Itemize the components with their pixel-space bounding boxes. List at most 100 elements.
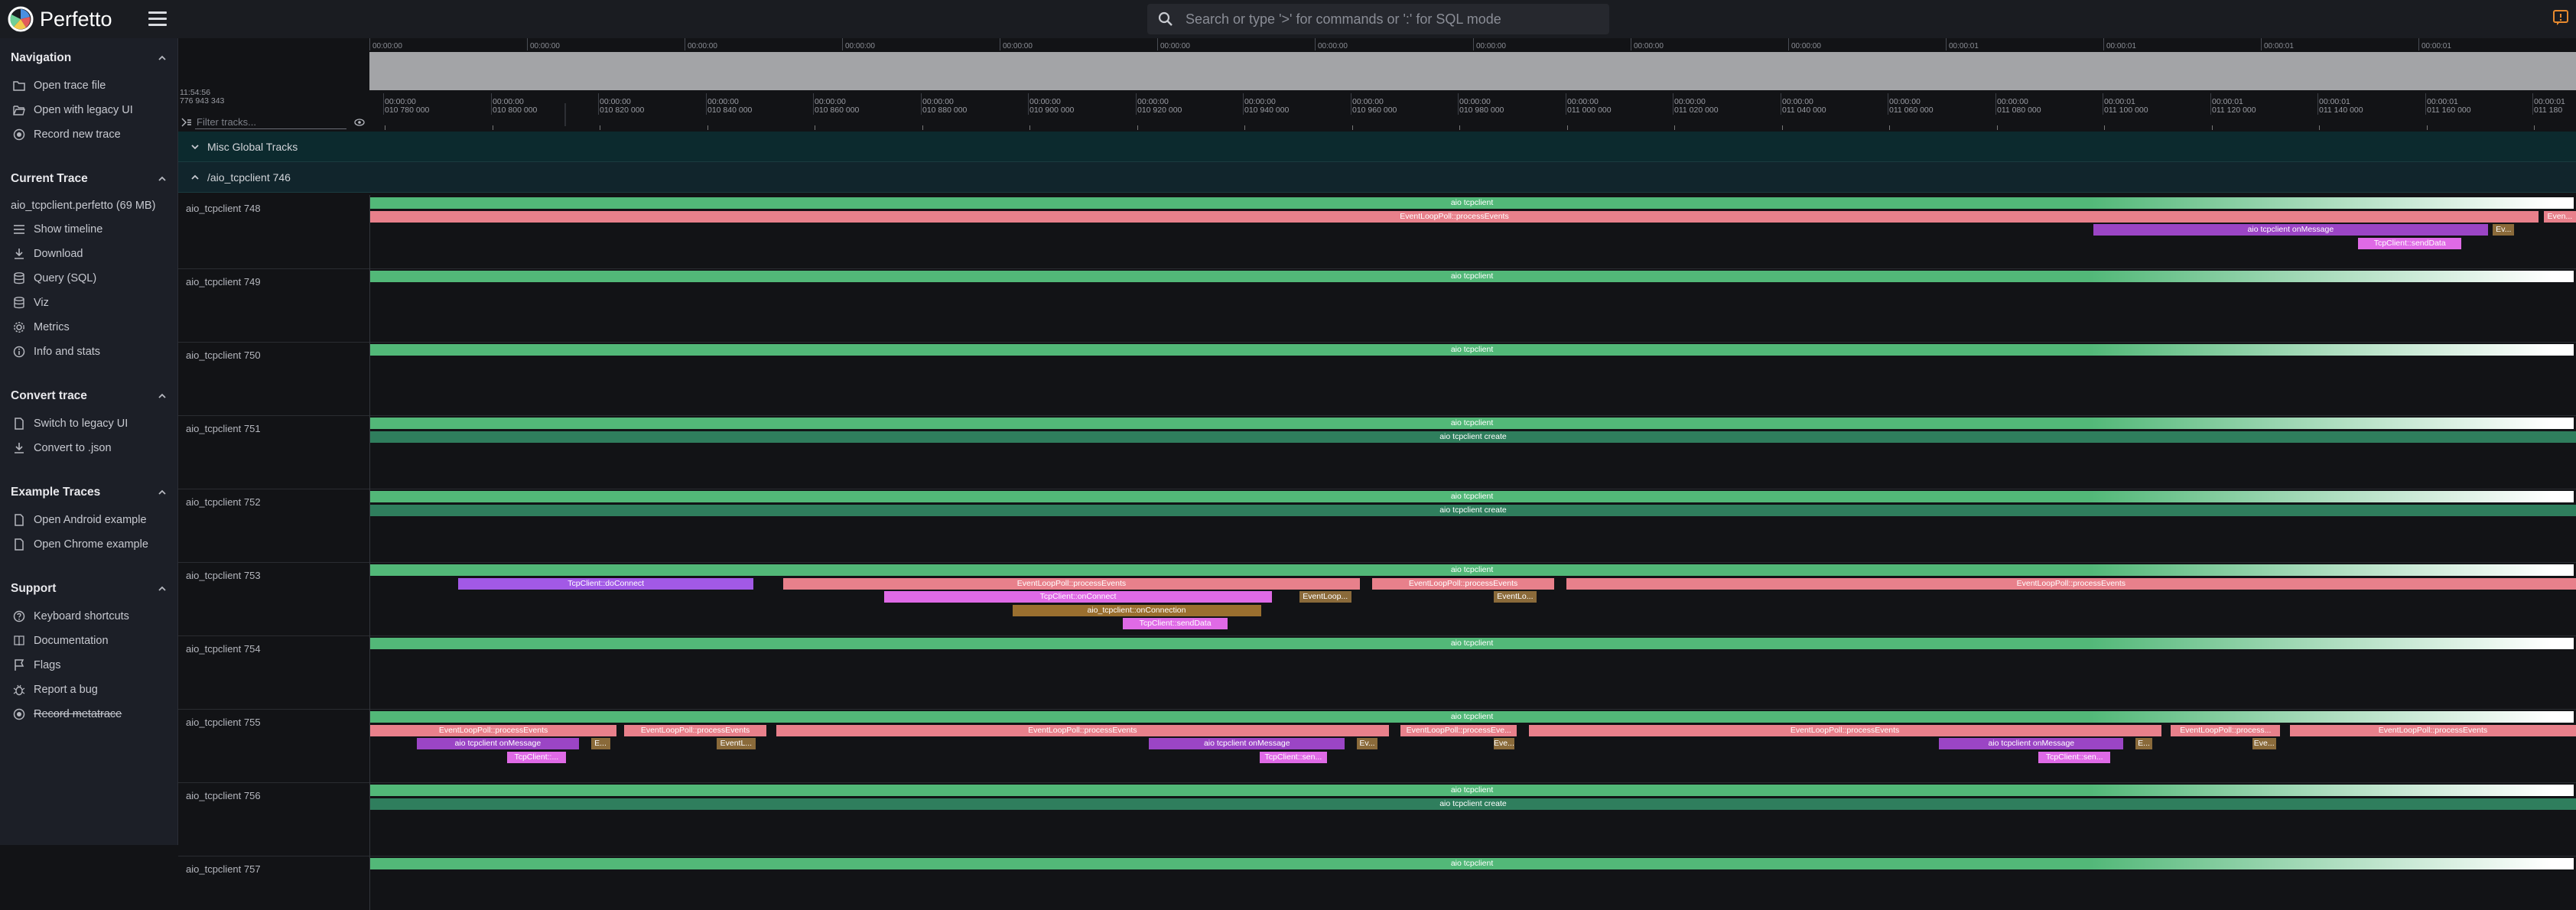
sidebar-item-open-chrome-example[interactable]: Open Chrome example [0,532,177,557]
trace-slice[interactable]: aio tcpclient [370,491,2574,502]
section-header[interactable]: Navigation [0,43,177,73]
trace-slice[interactable]: TcpClient::doConnect [458,577,753,590]
track-canvas[interactable]: aio tcpclient [369,635,2576,709]
sidebar-item-show-timeline[interactable]: Show timeline [0,217,177,242]
search-input[interactable] [1184,10,1585,28]
thread-track[interactable]: aio_tcpclient 752 aio tcpclient aio tcpcli… [178,489,2576,563]
trace-slice[interactable]: aio tcpclient onMessage [1149,738,1345,749]
trace-slice[interactable]: Even... [2543,210,2576,223]
sidebar-item-report-bug[interactable]: Report a bug [0,678,177,702]
trace-slice[interactable]: aio tcpclient [370,711,2574,723]
trace-slice[interactable]: EventLoopPoll::processEvents [1371,577,1555,590]
sidebar-item-query-sql[interactable]: Query (SQL) [0,266,177,291]
thread-track[interactable]: aio_tcpclient 756 aio tcpclient aio tcpcli… [178,782,2576,856]
trace-slice[interactable]: EventLoopPoll::processEvents [370,724,617,736]
track-group-misc[interactable]: Misc Global Tracks [178,132,2576,162]
thread-track[interactable]: aio_tcpclient 757 aio tcpclient [178,856,2576,910]
sidebar-item-keyboard-shortcuts[interactable]: Keyboard shortcuts [0,604,177,629]
track-group-process[interactable]: /aio_tcpclient 746 [178,162,2576,193]
trace-slice[interactable]: aio tcpclient [370,197,2574,209]
track-canvas[interactable]: aio tcpclient aio tcpclient create [369,782,2576,856]
track-canvas[interactable]: aio tcpclient [369,856,2576,910]
sidebar-item-download[interactable]: Download [0,242,177,266]
thread-track[interactable]: aio_tcpclient 751 aio tcpclient aio tcpcli… [178,415,2576,489]
thread-track[interactable]: aio_tcpclient 748 aio tcpclient EventLoopP… [178,195,2576,269]
sidebar-item-flags[interactable]: Flags [0,653,177,678]
sidebar-item-open-android-example[interactable]: Open Android example [0,508,177,532]
trace-slice[interactable]: aio tcpclient onMessage [1939,738,2124,749]
section-header[interactable]: Convert trace [0,381,177,411]
trace-slice[interactable]: EventLoopPoll::process... [2171,724,2281,736]
trace-slice[interactable]: aio tcpclient [370,785,2574,796]
track-canvas[interactable]: aio tcpclient [369,268,2576,342]
trace-slice[interactable]: EventLoopPoll::processEvents [1528,724,2161,736]
trace-slice[interactable]: TcpClient::sendData [2358,237,2461,249]
trace-slice[interactable]: EventLoopPoll::processEvents [623,724,767,736]
trace-slice[interactable]: EventLo... [1493,591,1537,603]
sidebar-item-switch-legacy[interactable]: Switch to legacy UI [0,411,177,436]
filter-tracks-input[interactable] [195,115,346,129]
sidebar-item-info-and-stats[interactable]: Info and stats [0,340,177,364]
eye-icon[interactable] [354,118,365,127]
trace-slice[interactable]: EventLoopPoll::processEvents [782,577,1361,590]
trace-slice[interactable]: aio tcpclient [370,638,2574,649]
trace-slice[interactable]: aio_tcpclient::onConnection [1012,604,1261,616]
trace-slice[interactable]: EventLoopPoll::processEvents [1566,577,2576,590]
sidebar-item-documentation[interactable]: Documentation [0,629,177,653]
trace-slice[interactable]: TcpClient::sen... [2038,751,2111,763]
trace-slice[interactable]: aio tcpclient [370,344,2574,356]
trace-slice[interactable]: EventLoopPoll::processEvents [2289,724,2576,736]
trace-slice[interactable]: aio tcpclient create [370,798,2576,810]
trace-slice[interactable]: Ev... [1356,738,1378,749]
trace-slice[interactable]: EventL... [716,738,756,749]
overview-timeline[interactable] [369,52,2576,90]
sidebar-item-metrics[interactable]: Metrics [0,315,177,340]
hamburger-menu-icon[interactable] [148,11,167,27]
sidebar-item-open-legacy[interactable]: Open with legacy UI [0,98,177,122]
sidebar-item-record-new-trace[interactable]: Record new trace [0,122,177,147]
track-canvas[interactable]: aio tcpclient aio tcpclient create [369,415,2576,489]
trace-slice[interactable]: aio tcpclient [370,271,2574,282]
section-header[interactable]: Example Traces [0,477,177,508]
time-ruler[interactable]: 00:00:00 010 780 000 00:00:00 010 800 000 00… [369,90,2576,130]
thread-track[interactable]: aio_tcpclient 749 aio tcpclient [178,268,2576,343]
trace-slice[interactable]: EventLoopPoll::processEvents [370,210,2539,223]
trace-slice[interactable]: aio tcpclient onMessage [2093,224,2488,236]
trace-slice[interactable]: E... [2135,738,2153,749]
trace-slice[interactable]: Ev... [2493,224,2515,236]
section-header[interactable]: Support [0,574,177,604]
track-canvas[interactable]: aio tcpclient EventLoopPoll::processEvent… [369,195,2576,268]
omnibox[interactable] [1147,4,1609,34]
trace-slice[interactable]: EventLoop... [1299,591,1351,603]
thread-track[interactable]: aio_tcpclient 755 aio tcpclient EventLoopP… [178,709,2576,783]
sidebar-item-record-metatrace[interactable]: Record metatrace [0,702,177,726]
trace-slice[interactable]: aio tcpclient [370,418,2574,429]
trace-slice[interactable]: aio tcpclient [370,564,2574,576]
track-canvas[interactable]: aio tcpclient EventLoopPoll::processEvent… [369,709,2576,782]
trace-slice[interactable]: Eve... [1493,738,1515,749]
trace-slice[interactable]: aio tcpclient [370,858,2574,869]
feedback-icon[interactable] [2552,8,2570,27]
sidebar-item-convert-json[interactable]: Convert to .json [0,436,177,460]
sidebar-item-open-trace-file[interactable]: Open trace file [0,73,177,98]
track-canvas[interactable]: aio tcpclient TcpClient::doConnectEventLo… [369,562,2576,635]
trace-slice[interactable]: TcpClient::onConnect [884,591,1272,603]
trace-slice[interactable]: EventLoopPoll::processEvents [776,724,1389,736]
trace-slice[interactable]: aio tcpclient create [370,504,2576,516]
thread-track[interactable]: aio_tcpclient 750 aio tcpclient [178,342,2576,416]
track-canvas[interactable]: aio tcpclient [369,342,2576,415]
trace-slice[interactable]: EventLoopPoll::processEve... [1400,724,1517,736]
trace-slice[interactable]: Eve... [2252,738,2276,749]
trace-slice[interactable]: TcpClient::sen... [1259,751,1328,763]
trace-slice[interactable]: aio tcpclient onMessage [416,738,580,749]
sidebar-item-viz[interactable]: Viz [0,291,177,315]
track-canvas[interactable]: aio tcpclient aio tcpclient create [369,489,2576,562]
section-header[interactable]: Current Trace [0,164,177,194]
thread-track[interactable]: aio_tcpclient 753 aio tcpclient TcpClient:… [178,562,2576,636]
trace-slice[interactable]: TcpClient::... [506,751,566,763]
trace-slice[interactable]: TcpClient::sendData [1122,618,1228,629]
overview-tick [1315,38,1316,50]
trace-slice[interactable]: E... [590,738,610,749]
thread-track[interactable]: aio_tcpclient 754 aio tcpclient [178,635,2576,710]
trace-slice[interactable]: aio tcpclient create [370,431,2576,443]
